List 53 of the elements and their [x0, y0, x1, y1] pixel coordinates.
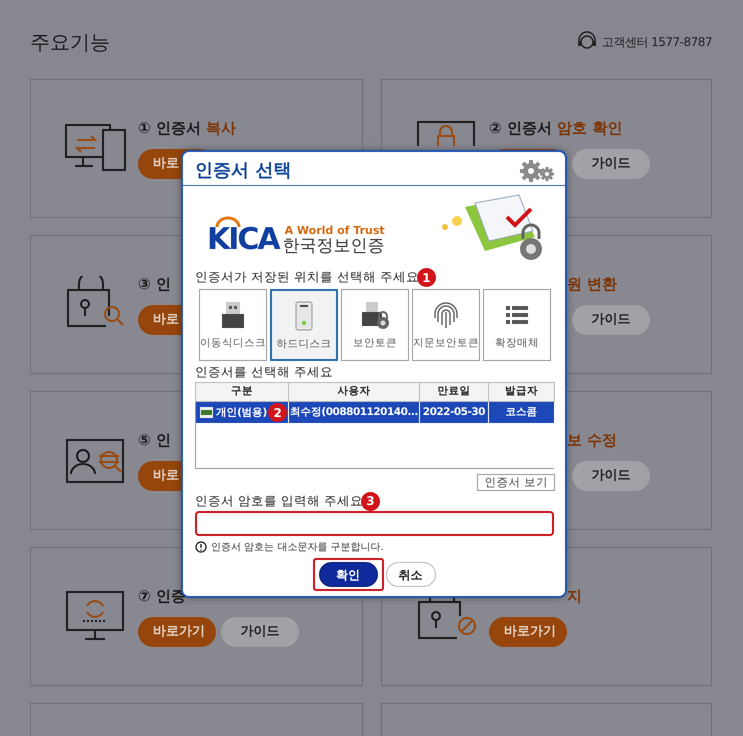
column-header: 구분 [196, 382, 288, 402]
location-prompt: 인증서가 저장된 위치를 선택해 주세요 1 [195, 268, 552, 288]
view-certificate-button[interactable]: 인증서 보기 [477, 474, 555, 491]
certificate-prompt: 인증서를 선택해 주세요 [195, 363, 334, 382]
monitor-refresh-icon [65, 588, 127, 642]
feature-title: ⑤ 인 [138, 430, 172, 451]
column-header: 만료일 [419, 382, 488, 402]
confirm-button[interactable]: 확인 [318, 562, 378, 588]
company-name: 한국정보인증 [282, 236, 385, 254]
storage-label: 이동식디스크 [200, 336, 266, 352]
support-phone: 고객센터 1577-8787 [602, 34, 712, 51]
storage-label: 하드디스크 [276, 337, 332, 352]
table-cell[interactable]: 최수정(008801120140... [288, 401, 420, 424]
feature-title: 지 [567, 586, 582, 607]
feature-title: 원 변환 [567, 274, 618, 295]
storage-option[interactable]: 보안토큰 [341, 289, 409, 362]
certificate-icon [200, 407, 213, 418]
page-title: 주요기능 [30, 29, 110, 56]
guide-button[interactable]: 가이드 [572, 149, 650, 179]
feature-title: 보 수정 [567, 430, 618, 451]
password-field[interactable] [195, 510, 554, 536]
step-badge: 2 [268, 403, 287, 422]
feature-title: ② 인증서 암호 확인 [489, 118, 624, 139]
table-cell[interactable]: 코스콤 [488, 401, 554, 424]
storage-label: 보안토큰 [353, 336, 397, 352]
storage-option[interactable]: 지문보안토큰 [412, 289, 480, 362]
storage-label: 지문보안토큰 [413, 336, 479, 352]
storage-option[interactable]: 하드디스크 [270, 289, 338, 362]
column-header: 발급자 [488, 382, 554, 402]
logo: KICA [207, 216, 279, 254]
guide-button[interactable]: 가이드 [221, 617, 299, 647]
table-cell[interactable]: 2022-05-30 [419, 401, 488, 424]
guide-button[interactable]: 가이드 [572, 305, 650, 335]
table-cell[interactable]: 개인(범용) [216, 406, 267, 418]
storage-option[interactable]: 확장매체 [483, 289, 551, 362]
step-badge: 3 [360, 492, 380, 511]
password-prompt: 인증서 암호를 입력해 주세요 3 [195, 492, 552, 511]
password-note: 인증서 암호는 대소문자를 구분합니다. [211, 540, 384, 555]
feature-title: ① 인증서 복사 [138, 118, 236, 139]
lock-screen-icon [416, 120, 478, 146]
guide-button[interactable]: 가이드 [572, 461, 650, 491]
security-token-icon [360, 300, 390, 330]
cancel-button[interactable]: 취소 [386, 562, 436, 588]
storage-option[interactable]: 이동식디스크 [199, 289, 267, 362]
alert-icon [195, 541, 207, 554]
storage-label: 확장매체 [495, 336, 539, 352]
shortcut-button[interactable]: 바로가기 [138, 617, 216, 647]
shortcut-button[interactable]: 바로가기 [489, 617, 567, 647]
logo-tagline: A World of Trust [284, 224, 385, 236]
column-header: 사용자 [288, 382, 420, 402]
step-badge: 1 [416, 268, 436, 288]
settings-icon[interactable] [519, 158, 555, 182]
feature-title: ⑦ 인증 [138, 586, 187, 607]
